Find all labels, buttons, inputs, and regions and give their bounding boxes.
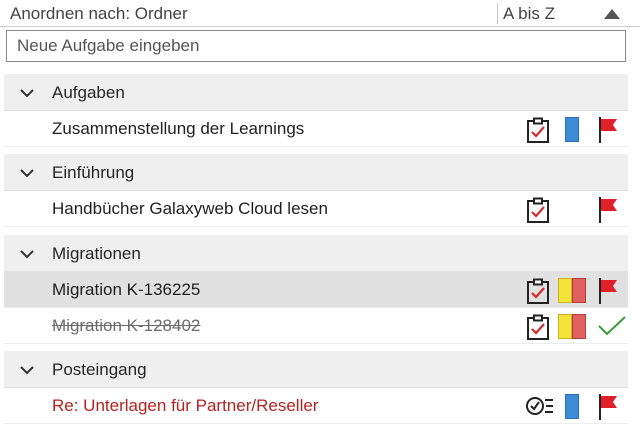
task-title: Handbücher Galaxyweb Cloud lesen <box>52 199 328 218</box>
task-title: Migration K-136225 <box>52 280 201 299</box>
task-row[interactable]: Migration K-128402 <box>4 308 628 344</box>
task-clipboard-icon <box>526 314 550 345</box>
task-row[interactable]: Migration K-136225 <box>4 272 628 308</box>
chevron-down-icon[interactable] <box>19 165 35 183</box>
chevron-down-icon[interactable] <box>19 246 35 264</box>
task-row[interactable]: Re: Unterlagen für Partner/Reseller <box>4 388 628 424</box>
group-label: Posteingang <box>52 360 147 379</box>
task-title: Migration K-128402 <box>52 316 201 335</box>
group-label: Migrationen <box>52 244 141 263</box>
sort-order-button[interactable]: A bis Z <box>503 4 555 24</box>
group-header[interactable]: Posteingang <box>4 351 628 388</box>
group-header[interactable]: Aufgaben <box>4 74 628 111</box>
red-flag-icon[interactable] <box>598 393 620 425</box>
red-flag-icon[interactable] <box>598 196 620 229</box>
triangle-up-icon[interactable] <box>603 7 621 25</box>
green-checkmark-icon[interactable] <box>597 315 627 342</box>
task-clipboard-icon <box>526 278 550 309</box>
red-flag-icon[interactable] <box>598 277 620 310</box>
group-header[interactable]: Einführung <box>4 154 628 191</box>
category-color[interactable] <box>558 278 572 303</box>
category-color[interactable] <box>558 314 572 339</box>
task-clipboard-icon <box>526 117 550 148</box>
group-header[interactable]: Migrationen <box>4 235 628 272</box>
task-clipboard-icon <box>526 197 550 228</box>
group-label: Aufgaben <box>52 83 125 102</box>
task-row[interactable]: Handbücher Galaxyweb Cloud lesen <box>4 191 628 227</box>
arrange-by-header: Anordnen nach: Ordner A bis Z <box>0 0 640 27</box>
red-flag-icon[interactable] <box>598 116 620 149</box>
chevron-down-icon[interactable] <box>19 362 35 380</box>
group-label: Einführung <box>52 163 135 182</box>
chevron-down-icon[interactable] <box>19 85 35 103</box>
category-color[interactable] <box>572 314 586 339</box>
arrange-by-button[interactable]: Anordnen nach: Ordner <box>10 4 188 24</box>
new-task-input[interactable] <box>6 30 626 62</box>
category-color[interactable] <box>565 117 579 142</box>
checklist-icon <box>526 394 554 423</box>
task-title: Zusammenstellung der Learnings <box>52 119 305 138</box>
task-title: Re: Unterlagen für Partner/Reseller <box>52 396 319 415</box>
category-color[interactable] <box>565 394 579 419</box>
task-row[interactable]: Zusammenstellung der Learnings <box>4 111 628 147</box>
category-color[interactable] <box>572 278 586 303</box>
header-divider <box>497 3 498 24</box>
